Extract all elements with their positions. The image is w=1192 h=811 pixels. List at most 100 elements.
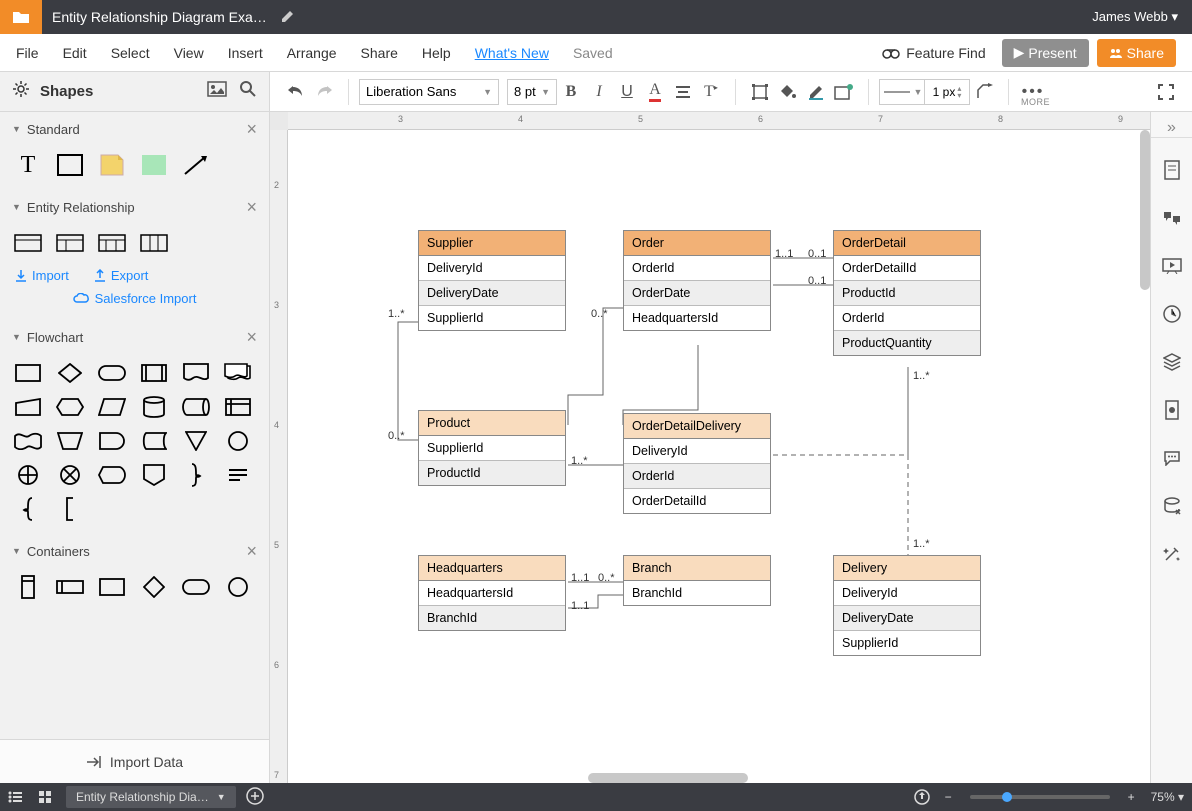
menu-file[interactable]: File — [16, 45, 39, 61]
section-er[interactable]: ▼Entity Relationship× — [0, 190, 269, 224]
vertical-scrollbar[interactable] — [1140, 130, 1150, 290]
page-settings-icon[interactable] — [1158, 156, 1186, 184]
fc-bracket[interactable] — [56, 498, 84, 520]
fc-storeddata[interactable] — [140, 430, 168, 452]
horizontal-scrollbar[interactable] — [588, 773, 748, 783]
fc-manualop[interactable] — [56, 430, 84, 452]
note-shape[interactable] — [98, 154, 126, 176]
fc-terminator[interactable] — [98, 362, 126, 384]
fc-data[interactable] — [98, 396, 126, 418]
fc-predefined[interactable] — [140, 362, 168, 384]
rename-icon[interactable] — [281, 9, 295, 26]
fc-decision[interactable] — [56, 362, 84, 384]
master-pages-icon[interactable] — [1158, 396, 1186, 424]
comments-icon[interactable] — [1158, 204, 1186, 232]
font-select[interactable]: Liberation Sans▼ — [359, 79, 499, 105]
line-style-select[interactable]: ▼ — [879, 79, 925, 105]
folder-icon[interactable] — [0, 0, 42, 34]
chat-icon[interactable] — [1158, 444, 1186, 472]
er-entity-shape-1[interactable] — [14, 232, 42, 254]
fc-brace-left[interactable] — [14, 498, 42, 520]
text-shape[interactable]: T — [14, 154, 42, 176]
collapse-panel-icon[interactable]: » — [1151, 118, 1192, 138]
import-data-button[interactable]: Import Data — [0, 739, 269, 783]
fc-multidoc[interactable] — [224, 362, 252, 384]
line-width-select[interactable]: 1 px▴▾ — [924, 79, 970, 105]
section-flowchart[interactable]: ▼Flowchart× — [0, 320, 269, 354]
border-color-button[interactable] — [805, 81, 827, 103]
italic-button[interactable]: I — [588, 81, 610, 103]
fc-document[interactable] — [182, 362, 210, 384]
fc-process[interactable] — [14, 362, 42, 384]
data-linking-icon[interactable] — [1158, 492, 1186, 520]
fc-preparation[interactable] — [56, 396, 84, 418]
cont-swimlane-v[interactable] — [14, 576, 42, 598]
entity-headquarters[interactable]: Headquarters HeadquartersId BranchId — [418, 555, 566, 631]
fc-manualinput[interactable] — [14, 396, 42, 418]
layers-icon[interactable] — [1158, 348, 1186, 376]
shapes-settings-icon[interactable] — [12, 80, 30, 103]
close-icon[interactable]: × — [246, 197, 257, 218]
fc-delay[interactable] — [98, 430, 126, 452]
fc-sumjunction[interactable] — [56, 464, 84, 486]
cont-pill[interactable] — [182, 576, 210, 598]
fc-display[interactable] — [98, 464, 126, 486]
menu-whats-new[interactable]: What's New — [475, 45, 549, 61]
close-icon[interactable]: × — [246, 541, 257, 562]
cont-circle[interactable] — [224, 576, 252, 598]
fc-offpage[interactable] — [140, 464, 168, 486]
line-routing-button[interactable] — [973, 81, 995, 103]
fc-merge[interactable] — [182, 430, 210, 452]
entity-order[interactable]: Order OrderId OrderDate HeadquartersId — [623, 230, 771, 331]
shape-search-icon[interactable] — [239, 80, 257, 103]
grid-view-icon[interactable] — [30, 790, 60, 804]
feature-find[interactable]: Feature Find — [882, 45, 985, 61]
canvas[interactable]: Supplier DeliveryId DeliveryDate Supplie… — [288, 130, 1150, 783]
fc-connector[interactable] — [224, 430, 252, 452]
presentation-icon[interactable] — [1158, 252, 1186, 280]
entity-orderdetaildelivery[interactable]: OrderDetailDelivery DeliveryId OrderId O… — [623, 413, 771, 514]
section-containers[interactable]: ▼Containers× — [0, 534, 269, 568]
er-import[interactable]: Import — [14, 268, 69, 283]
er-entity-shape-3[interactable] — [98, 232, 126, 254]
fc-internalstorage[interactable] — [224, 396, 252, 418]
zoom-in-button[interactable]: + — [1128, 790, 1135, 804]
page-tab[interactable]: Entity Relationship Dia…▼ — [66, 786, 236, 808]
entity-product[interactable]: Product SupplierId ProductId — [418, 410, 566, 486]
menu-share[interactable]: Share — [361, 45, 398, 61]
outline-view-icon[interactable] — [0, 790, 30, 804]
close-icon[interactable]: × — [246, 327, 257, 348]
er-entity-shape-2[interactable] — [56, 232, 84, 254]
fc-directdata[interactable] — [182, 396, 210, 418]
magic-wand-icon[interactable] — [1158, 540, 1186, 568]
fullscreen-button[interactable] — [1155, 81, 1177, 103]
entity-delivery[interactable]: Delivery DeliveryId DeliveryDate Supplie… — [833, 555, 981, 656]
er-entity-shape-4[interactable] — [140, 232, 168, 254]
menu-help[interactable]: Help — [422, 45, 451, 61]
menu-select[interactable]: Select — [111, 45, 150, 61]
section-standard[interactable]: ▼Standard× — [0, 112, 269, 146]
zoom-level[interactable]: 75% ▾ — [1151, 790, 1184, 804]
entity-orderdetail[interactable]: OrderDetail OrderDetailId ProductId Orde… — [833, 230, 981, 356]
cont-rect[interactable] — [98, 576, 126, 598]
insert-image-icon[interactable] — [207, 81, 227, 102]
er-export[interactable]: Export — [93, 268, 149, 283]
fc-note-lines[interactable] — [224, 464, 252, 486]
align-button[interactable] — [672, 81, 694, 103]
font-size-select[interactable]: 8 pt▼ — [507, 79, 557, 105]
cont-diamond[interactable] — [140, 576, 168, 598]
present-button[interactable]: ▶Present — [1002, 39, 1089, 67]
share-button[interactable]: Share — [1097, 39, 1176, 67]
user-menu[interactable]: James Webb ▾ — [1078, 9, 1192, 25]
menu-edit[interactable]: Edit — [63, 45, 87, 61]
redo-button[interactable] — [313, 81, 335, 103]
bold-button[interactable]: B — [560, 81, 582, 103]
entity-supplier[interactable]: Supplier DeliveryId DeliveryDate Supplie… — [418, 230, 566, 331]
autosave-indicator-icon[interactable] — [907, 789, 937, 805]
underline-button[interactable]: U — [616, 81, 638, 103]
fill-color-button[interactable] — [777, 81, 799, 103]
fc-database[interactable] — [140, 396, 168, 418]
er-salesforce-import[interactable]: Salesforce Import — [14, 291, 255, 306]
zoom-out-button[interactable]: − — [945, 790, 952, 804]
arrow-shape[interactable] — [182, 154, 210, 176]
